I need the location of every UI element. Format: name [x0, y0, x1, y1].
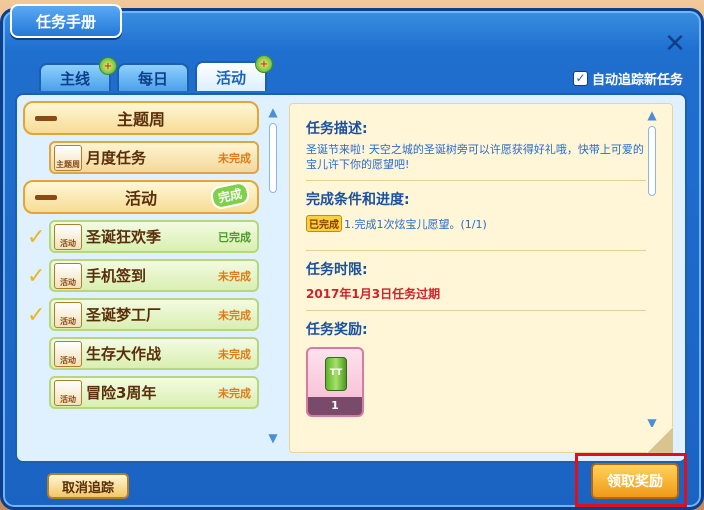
cancel-track-button[interactable]: 取消追踪 — [47, 473, 129, 499]
content-panel: 主题周 主题周 月度任务 未完成 活动 完成 ✓ 活动 圣诞狂欢季 已完成 ✓ … — [15, 93, 687, 463]
quest-window: ✕ 主线 + 每日 活动 + ✓ 自动追踪新任务 主题周 主题周 月度任务 未完… — [0, 8, 704, 510]
description-text: 圣诞节来啦! 天空之城的圣诞树旁可以许愿获得好礼哦，快带上可爱的宝儿许下你的愿望… — [306, 143, 644, 171]
scroll-up-icon[interactable]: ▲ — [646, 108, 658, 122]
task-list: 主题周 主题周 月度任务 未完成 活动 完成 ✓ 活动 圣诞狂欢季 已完成 ✓ … — [23, 101, 259, 451]
time-limit-text: 2017年1月3日任务过期 — [306, 287, 441, 301]
description-heading: 任务描述: — [306, 121, 368, 137]
condition-text: 1.完成1次炫宝儿愿望。(1/1) — [344, 218, 487, 231]
book-icon: 活动 — [54, 340, 82, 367]
condition-row: 已完成 1.完成1次炫宝儿愿望。(1/1) — [306, 215, 646, 232]
list-item[interactable]: 主题周 月度任务 未完成 — [49, 141, 259, 174]
task-name: 圣诞狂欢季 — [86, 228, 162, 246]
divider — [306, 310, 646, 311]
reward-item[interactable]: TT 1 — [306, 347, 364, 417]
tab-activity[interactable]: 活动 + — [195, 55, 273, 91]
task-name: 手机签到 — [86, 267, 147, 285]
list-item[interactable]: 活动 冒险3周年 未完成 — [49, 376, 259, 409]
auto-track-checkbox[interactable]: ✓ — [572, 71, 588, 86]
task-name: 圣诞梦工厂 — [86, 306, 162, 324]
task-status: 未完成 — [218, 308, 251, 322]
close-icon[interactable]: ✕ — [663, 31, 687, 57]
time-limit-heading: 任务时限: — [306, 262, 368, 278]
divider — [306, 180, 646, 181]
book-icon: 活动 — [54, 223, 82, 250]
scroll-thumb[interactable] — [269, 123, 277, 193]
group-header-themed[interactable]: 主题周 — [23, 101, 259, 135]
check-icon: ✓ — [27, 225, 46, 250]
task-status: 未完成 — [218, 151, 251, 165]
list-item[interactable]: 活动 生存大作战 未完成 — [49, 337, 259, 370]
task-list-scrollbar[interactable]: ▲ ▼ — [267, 105, 279, 445]
page-fold — [647, 427, 673, 453]
star-icon: 主题周 — [54, 144, 82, 171]
task-status: 已完成 — [218, 230, 251, 244]
book-icon: 活动 — [54, 301, 82, 328]
list-item[interactable]: ✓ 活动 圣诞狂欢季 已完成 — [27, 220, 259, 253]
scroll-up-icon[interactable]: ▲ — [267, 105, 279, 119]
condition-heading: 完成条件和进度: — [306, 192, 410, 208]
group-title: 主题周 — [116, 110, 165, 129]
group-header-activity[interactable]: 活动 完成 — [23, 180, 259, 214]
tab-label: 主线 — [59, 69, 90, 88]
highlight-box — [575, 453, 687, 507]
reward-count: 1 — [308, 397, 362, 415]
task-status: 未完成 — [218, 386, 251, 400]
tab-bar: 主线 + 每日 活动 + — [39, 55, 273, 91]
check-icon: ✓ — [27, 264, 46, 289]
drink-can-icon: TT — [325, 357, 347, 391]
auto-track-toggle[interactable]: ✓ 自动追踪新任务 — [572, 69, 683, 88]
task-detail-panel: 任务描述: 圣诞节来啦! 天空之城的圣诞树旁可以许愿获得好礼哦，快带上可爱的宝儿… — [289, 103, 673, 453]
tab-label: 每日 — [137, 69, 168, 88]
tab-label: 活动 — [215, 68, 246, 87]
window-title: 任务手册 — [10, 4, 122, 38]
auto-track-label: 自动追踪新任务 — [591, 73, 683, 88]
collapse-icon — [35, 195, 57, 200]
task-status: 未完成 — [218, 347, 251, 361]
task-name: 冒险3周年 — [86, 384, 157, 402]
tab-main[interactable]: 主线 + — [39, 57, 117, 91]
list-item[interactable]: ✓ 活动 手机签到 未完成 — [27, 259, 259, 292]
divider — [306, 250, 646, 251]
task-name: 生存大作战 — [86, 345, 162, 363]
gift-icon: + — [255, 55, 273, 73]
check-icon: ✓ — [27, 303, 46, 328]
book-icon: 活动 — [54, 379, 82, 406]
detail-scrollbar[interactable]: ▲ ▼ — [646, 108, 658, 430]
tab-daily[interactable]: 每日 — [117, 63, 189, 91]
completed-badge: 已完成 — [306, 215, 342, 232]
task-name: 月度任务 — [86, 149, 147, 167]
book-icon: 活动 — [54, 262, 82, 289]
collapse-icon — [35, 116, 57, 121]
list-item[interactable]: ✓ 活动 圣诞梦工厂 未完成 — [27, 298, 259, 331]
scroll-thumb[interactable] — [648, 126, 656, 196]
scroll-down-icon[interactable]: ▼ — [267, 431, 279, 445]
gift-icon: + — [99, 57, 117, 75]
reward-heading: 任务奖励: — [306, 322, 368, 338]
task-status: 未完成 — [218, 269, 251, 283]
